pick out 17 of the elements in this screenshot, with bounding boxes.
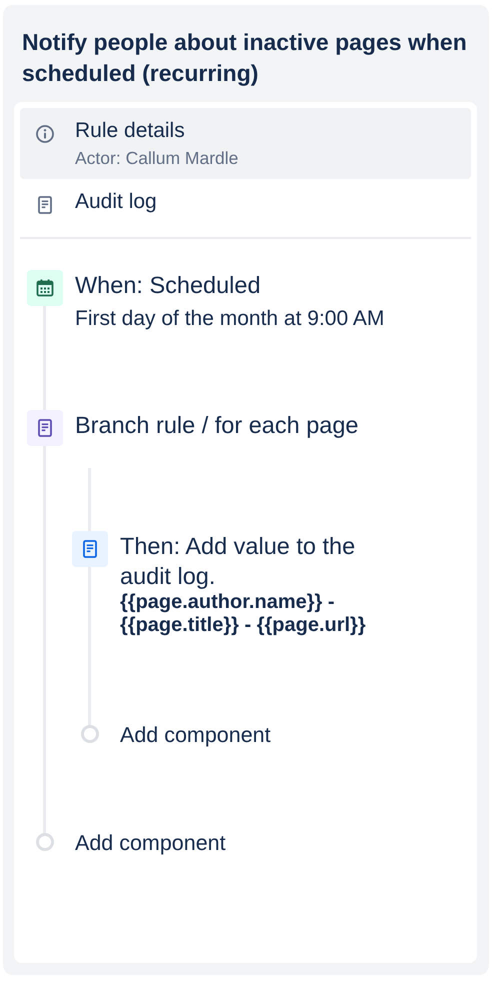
info-icon	[35, 122, 55, 142]
step-detail: {{page.author.name}} - {{page.title}} - {{page.url}}	[120, 591, 367, 637]
document-icon	[35, 193, 55, 213]
node-circle-icon	[81, 725, 99, 743]
sidebar-item[interactable]: Rule details Actor: Callum Mardle	[20, 108, 471, 179]
rule-title: Notify people about inactive pages when scheduled (recurring)	[21, 28, 468, 88]
document-icon	[72, 531, 108, 567]
add-component-link[interactable]: Add component	[75, 831, 226, 855]
step-title: Then: Add value to the audit log.	[120, 532, 356, 591]
step-detail: First day of the month at 9:00 AM	[75, 306, 384, 332]
node-circle-icon	[36, 833, 54, 851]
add-component-link[interactable]: Add component	[120, 723, 271, 747]
calendar-icon	[27, 270, 63, 306]
sidebar-item[interactable]: Audit log	[20, 179, 471, 225]
step-title: Branch rule / for each page	[75, 411, 358, 440]
step-title: When: Scheduled	[75, 271, 262, 300]
document-icon	[27, 410, 63, 446]
